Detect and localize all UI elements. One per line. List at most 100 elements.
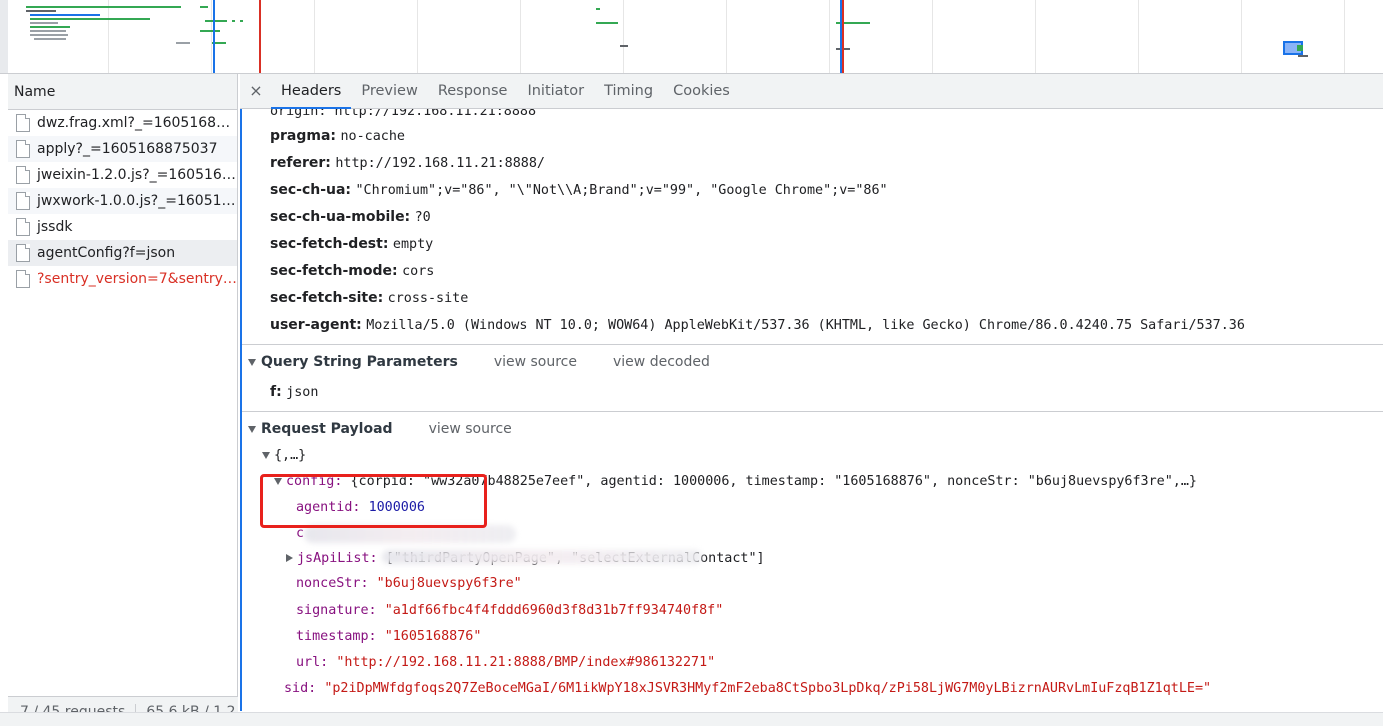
headers-content[interactable]: origin: http://192.168.11.21:8888 pragma… bbox=[240, 109, 1383, 711]
timeline-bar bbox=[34, 38, 66, 40]
redaction-blur bbox=[304, 525, 516, 543]
header-value: cors bbox=[402, 264, 435, 279]
timeline-bar bbox=[200, 30, 220, 32]
timeline-grid-line bbox=[520, 0, 521, 73]
header-value: empty bbox=[392, 237, 434, 252]
detail-tab-bar: × Headers Preview Response Initiator Timing C… bbox=[240, 74, 1383, 109]
timestamp-value: "1605168876" bbox=[384, 629, 482, 644]
timeline-bar bbox=[176, 42, 190, 44]
request-list: dwz.frag.xml?_=1605168875… apply?_=160516… bbox=[8, 110, 237, 292]
timeline-bar bbox=[596, 22, 618, 24]
timeline-screenshot-icon[interactable] bbox=[1283, 41, 1303, 55]
file-icon bbox=[16, 166, 30, 184]
timeline-grid-line bbox=[1344, 0, 1345, 73]
view-source-link[interactable]: view source bbox=[429, 421, 512, 437]
timeline-bar bbox=[30, 30, 66, 32]
tab-initiator[interactable]: Initiator bbox=[517, 74, 594, 109]
close-icon[interactable]: × bbox=[248, 82, 264, 100]
request-row[interactable]: jweixin-1.2.0.js?_=1605168875… bbox=[8, 162, 237, 188]
payload-signature-row: signature: "a1df66fbc4f4fddd6960d3f8d31b… bbox=[296, 601, 723, 621]
config-summary: {corpid: "ww32a07b48825e7eef", agentid: … bbox=[350, 474, 1198, 489]
timeline-bar bbox=[232, 20, 235, 22]
request-row[interactable]: ?sentry_version=7&sentry_… bbox=[8, 266, 237, 292]
timeline-grid-line bbox=[314, 0, 315, 73]
expand-triangle-icon bbox=[248, 358, 256, 366]
expand-triangle-icon bbox=[248, 425, 256, 433]
timeline-grid-line bbox=[108, 0, 109, 73]
agentid-value: 1000006 bbox=[368, 500, 425, 515]
root-summary: {,…} bbox=[274, 448, 307, 463]
expand-triangle-icon bbox=[274, 477, 282, 485]
tab-response[interactable]: Response bbox=[428, 74, 518, 109]
horizontal-scrollbar[interactable] bbox=[0, 712, 1383, 726]
load-event-marker bbox=[842, 0, 844, 73]
timeline-bar bbox=[1298, 55, 1308, 57]
file-icon bbox=[16, 218, 30, 236]
timeline-bar bbox=[30, 22, 58, 24]
request-name: ?sentry_version=7&sentry_… bbox=[37, 271, 237, 287]
payload-config-row[interactable]: config: {corpid: "ww32a07b48825e7eef", a… bbox=[274, 472, 1197, 492]
timeline-bar bbox=[596, 8, 600, 10]
timeline-bar bbox=[240, 20, 243, 22]
view-decoded-link[interactable]: view decoded bbox=[613, 354, 710, 370]
agentid-key: agentid: bbox=[296, 500, 361, 515]
tab-preview[interactable]: Preview bbox=[351, 74, 427, 109]
tab-timing[interactable]: Timing bbox=[594, 74, 663, 109]
request-row[interactable]: dwz.frag.xml?_=1605168875… bbox=[8, 110, 237, 136]
section-title: Query String Parameters bbox=[261, 354, 458, 370]
timeline-grid-line bbox=[1241, 0, 1242, 73]
signature-key: signature: bbox=[296, 603, 377, 618]
payload-noncestr-row: nonceStr: "b6uj8uevspy6f3re" bbox=[296, 574, 522, 594]
header-row: referer: http://192.168.11.21:8888/ bbox=[270, 153, 545, 173]
request-name: jwxwork-1.0.0.js?_=160516887… bbox=[37, 193, 237, 209]
query-string-section-header[interactable]: Query String Parameters view source view d… bbox=[248, 352, 710, 372]
tab-headers[interactable]: Headers bbox=[271, 74, 352, 109]
timeline-grid-line bbox=[417, 0, 418, 73]
header-row: sec-fetch-mode: cors bbox=[270, 261, 434, 281]
header-key: sec-fetch-mode: bbox=[270, 263, 398, 279]
url-key: url: bbox=[296, 655, 329, 670]
header-row: sec-ch-ua: "Chromium";v="86", "\"Not\\A;… bbox=[270, 180, 888, 200]
param-key: f: bbox=[270, 384, 282, 400]
sid-value: "p2iDpMWfdgfoqs2Q7ZeBoceMGaI/6M1ikWpY18x… bbox=[324, 681, 1212, 696]
header-key: referer: bbox=[270, 155, 331, 171]
view-source-link[interactable]: view source bbox=[494, 354, 577, 370]
request-name: agentConfig?f=json bbox=[37, 245, 176, 261]
header-row: user-agent: Mozilla/5.0 (Windows NT 10.0… bbox=[270, 315, 1245, 335]
request-row[interactable]: jwxwork-1.0.0.js?_=160516887… bbox=[8, 188, 237, 214]
header-row: sec-fetch-dest: empty bbox=[270, 234, 433, 254]
section-divider bbox=[242, 344, 1383, 345]
name-column-header[interactable]: Name bbox=[8, 74, 237, 110]
overview-left-edge bbox=[0, 0, 8, 73]
request-name: jweixin-1.2.0.js?_=1605168875… bbox=[37, 167, 237, 183]
header-row-origin: origin: http://192.168.11.21:8888 bbox=[270, 109, 536, 121]
header-key: sec-fetch-site: bbox=[270, 290, 384, 306]
corpid-key: c bbox=[296, 526, 305, 541]
timeline-grid-line bbox=[829, 0, 830, 73]
timeline-grid-line bbox=[1035, 0, 1036, 73]
query-param-row: f: json bbox=[270, 382, 318, 402]
timeline-bar bbox=[30, 26, 70, 28]
payload-root[interactable]: {,…} bbox=[262, 446, 306, 466]
param-value: json bbox=[286, 385, 319, 400]
expand-triangle-icon bbox=[262, 451, 270, 459]
sid-key: sid: bbox=[284, 681, 317, 696]
request-name: dwz.frag.xml?_=1605168875… bbox=[37, 115, 237, 131]
request-row[interactable]: jssdk bbox=[8, 214, 237, 240]
requests-panel: Name dwz.frag.xml?_=1605168875… apply?_=1… bbox=[8, 74, 238, 726]
timeline-bar bbox=[26, 6, 181, 8]
timeline-grid-line bbox=[932, 0, 933, 73]
timeline-bar bbox=[200, 6, 208, 8]
request-name: jssdk bbox=[37, 219, 73, 235]
network-overview-timeline[interactable] bbox=[0, 0, 1383, 74]
header-value: no-cache bbox=[340, 129, 405, 144]
request-payload-section-header[interactable]: Request Payload view source bbox=[248, 419, 512, 439]
request-row[interactable]: agentConfig?f=json bbox=[8, 240, 237, 266]
header-row: pragma: no-cache bbox=[270, 126, 405, 146]
timeline-grid-line bbox=[1138, 0, 1139, 73]
tab-cookies[interactable]: Cookies bbox=[663, 74, 740, 109]
request-row[interactable]: apply?_=1605168875037 bbox=[8, 136, 237, 162]
timeline-bar bbox=[620, 45, 628, 47]
header-key: sec-ch-ua-mobile: bbox=[270, 209, 411, 225]
payload-url-row: url: "http://192.168.11.21:8888/BMP/inde… bbox=[296, 653, 715, 673]
